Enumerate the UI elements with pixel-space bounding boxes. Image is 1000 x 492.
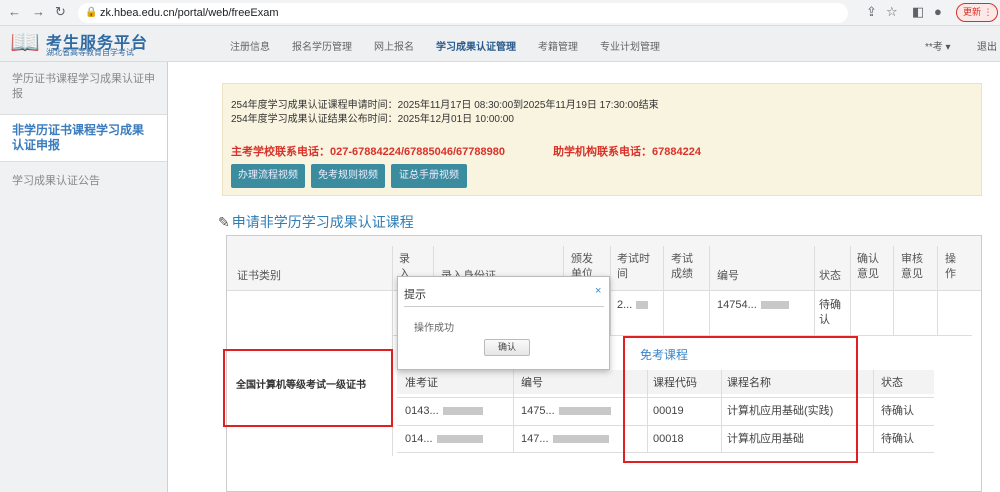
apply-time-text: 254年度学习成果认证课程申请时间：2025年11月17日 08:30:00到2…: [231, 100, 659, 111]
url-text: zk.hbea.edu.cn/portal/web/freeExam: [100, 7, 279, 19]
header-review: 审核意见: [901, 253, 923, 280]
process-video-button[interactable]: 办理流程视频: [231, 164, 305, 188]
share-icon[interactable]: ⇪: [866, 4, 877, 20]
update-label: 更新: [963, 7, 982, 17]
highlight-certificate: [223, 349, 393, 427]
dialog-title: 提示: [404, 289, 426, 301]
reload-icon[interactable]: ↻: [55, 4, 66, 20]
user-menu[interactable]: **考 ▾: [925, 38, 951, 53]
exempt-header-status: 状态: [881, 377, 903, 389]
header-action: 操作: [945, 253, 956, 280]
sub-header-admission: 准考证: [405, 377, 438, 389]
alert-dialog: 提示 × 操作成功 确认: [397, 276, 610, 370]
section-title: ✎ 申请非学历学习成果认证课程: [218, 212, 414, 232]
header-status: 状态: [819, 270, 841, 282]
sidepanel-icon[interactable]: ◧: [912, 4, 924, 20]
profile-icon[interactable]: ●: [934, 4, 942, 19]
school-phone: 主考学校联系电话：027-67884224/67885046/67788980: [231, 146, 505, 158]
sub-row-1-number: 1475...: [521, 404, 611, 419]
nav-item-register[interactable]: 注册信息: [230, 38, 270, 53]
header-cert-type: 证书类别: [237, 270, 281, 282]
logout-link[interactable]: 退出: [977, 38, 997, 53]
nav-item-signup[interactable]: 网上报名: [374, 38, 414, 53]
notice-panel: 254年度学习成果认证课程申请时间：2025年11月17日 08:30:00到2…: [222, 83, 982, 196]
cell-status: 待确认: [819, 299, 841, 326]
header-number: 编号: [717, 270, 739, 282]
ok-button[interactable]: 确认: [484, 339, 530, 356]
close-icon[interactable]: ×: [595, 285, 601, 297]
agency-phone: 助学机构联系电话：67884224: [553, 146, 701, 158]
sub-row-1-admission: 0143...: [405, 404, 483, 419]
highlight-exempt-courses: [623, 336, 858, 463]
top-nav: 注册信息 报名学历管理 网上报名 学习成果认证管理 考籍管理 专业计划管理: [230, 38, 682, 53]
nav-item-records[interactable]: 考籍管理: [538, 38, 578, 53]
header-exam-time: 考试时间: [617, 253, 650, 280]
sidebar: 学历证书课程学习成果认证申报 非学历证书课程学习成果认证申报 学习成果认证公告: [0, 62, 168, 492]
site-subtitle: 湖北省高等教育自学考试: [46, 48, 134, 57]
rules-video-button[interactable]: 免考规则视频: [311, 164, 385, 188]
bookmark-star-icon[interactable]: ☆: [886, 4, 898, 20]
header-score: 考试成绩: [671, 253, 693, 280]
nav-item-credit[interactable]: 学习成果认证管理: [436, 38, 516, 53]
cell-number: 14754...: [717, 298, 789, 313]
sidebar-item-announcement[interactable]: 学习成果认证公告: [0, 168, 167, 195]
back-icon[interactable]: ←: [8, 4, 21, 19]
sub-header-number: 编号: [521, 377, 543, 389]
sub-row-2-number: 147...: [521, 432, 609, 447]
dialog-message: 操作成功: [414, 323, 454, 334]
update-button[interactable]: 更新 ⋮: [956, 3, 998, 22]
lock-icon: 🔒: [85, 7, 98, 18]
forward-icon[interactable]: →: [32, 4, 45, 19]
exempt-row-2-status: 待确认: [881, 433, 914, 445]
sidebar-item-degree-credit[interactable]: 学历证书课程学习成果认证申报: [0, 66, 167, 108]
nav-item-degree[interactable]: 报名学历管理: [292, 38, 352, 53]
site-header: 📖 考生服务平台 湖北省高等教育自学考试 注册信息 报名学历管理 网上报名 学习…: [0, 26, 1000, 62]
book-logo-icon: 📖: [10, 29, 40, 56]
manual-video-button[interactable]: 证总手册视频: [391, 164, 467, 188]
exempt-row-1-status: 待确认: [881, 405, 914, 417]
section-title-text: 申请非学历学习成果认证课程: [231, 214, 414, 230]
browser-toolbar: ← → ↻ 🔒 zk.hbea.edu.cn/portal/web/freeEx…: [0, 0, 1000, 26]
nav-item-plan[interactable]: 专业计划管理: [600, 38, 660, 53]
sub-row-2-admission: 014...: [405, 432, 483, 447]
header-confirm: 确认意见: [857, 253, 879, 280]
cell-exam-time: 2...: [617, 298, 649, 313]
sidebar-item-nondegree-credit[interactable]: 非学历证书课程学习成果认证申报: [0, 114, 167, 162]
address-bar[interactable]: 🔒 zk.hbea.edu.cn/portal/web/freeExam: [78, 3, 848, 23]
pencil-icon: ✎: [218, 214, 230, 230]
publish-time-text: 254年度学习成果认证结果公布时间：2025年12月01日 10:00:00: [231, 114, 514, 125]
